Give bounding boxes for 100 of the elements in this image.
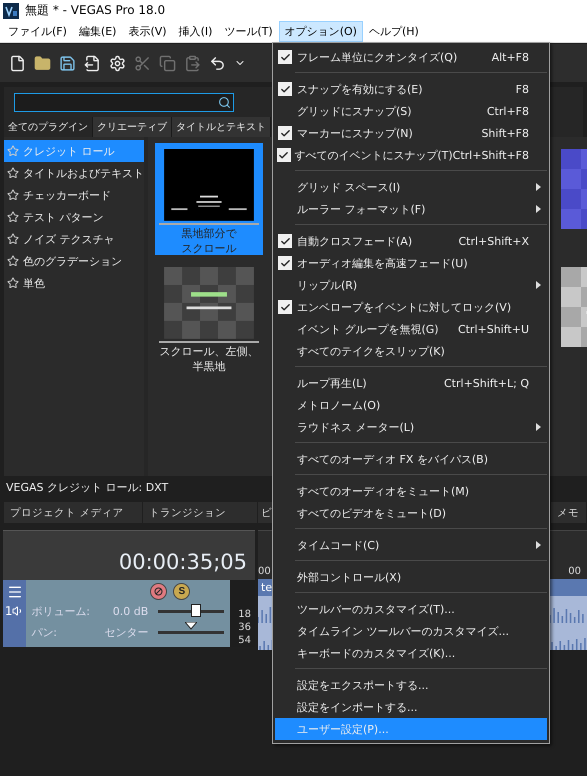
menu-item[interactable]: 設定をエクスポートする... <box>275 674 547 696</box>
menu-item-label: オーディオ編集を高速フェード(U) <box>296 256 469 270</box>
star-icon <box>7 255 19 267</box>
plugin-name: 色のグラデーション <box>23 254 122 268</box>
menu-bar-item[interactable]: 表示(V) <box>122 21 173 42</box>
volume-slider-thumb[interactable] <box>190 604 201 617</box>
plugin-name: 単色 <box>23 276 45 290</box>
volume-value: 0.0 dB <box>112 605 148 618</box>
plugin-item[interactable]: 色のグラデーション <box>4 250 144 272</box>
plugin-name: ノイズ テクスチャ <box>23 232 114 246</box>
ruler-label: 00 <box>258 566 271 577</box>
browser-tab[interactable]: タイトルとテキスト <box>172 117 271 137</box>
menu-item[interactable]: ルーラー フォーマット(F) <box>275 198 547 220</box>
menu-item-label: タイムコード(C) <box>296 538 380 552</box>
menu-bar-item[interactable]: ファイル(F) <box>2 21 73 42</box>
menu-item-label: グリッド スペース(I) <box>296 180 402 194</box>
menu-item-label: エンベロープをイベントに対してロック(V) <box>296 300 512 314</box>
ruler-label: 00 <box>568 566 581 577</box>
preset-label: スクロール <box>182 242 236 255</box>
menu-item[interactable]: グリッドにスナップ(S) Ctrl+F8 <box>275 100 547 122</box>
menu-bar-item[interactable]: ツール(T) <box>218 21 279 42</box>
preset-label: スクロール、左側、 <box>160 344 258 358</box>
plugin-item[interactable]: タイトルおよびテキスト <box>4 162 144 184</box>
menu-icon[interactable] <box>6 584 23 600</box>
export-file-icon[interactable] <box>84 54 101 72</box>
plugin-item[interactable]: テスト パターン <box>4 206 144 228</box>
menu-item[interactable]: ラウドネス メーター(L) <box>275 416 547 438</box>
menu-item-label: 自動クロスフェード(A) <box>296 234 414 248</box>
plugin-item[interactable]: 単色 <box>4 272 144 294</box>
menu-item[interactable]: メトロノーム(O) <box>275 394 547 416</box>
timecode: 00:00:35;05 <box>118 550 247 574</box>
meter-tick: 54 <box>238 635 251 646</box>
star-icon <box>7 145 19 157</box>
pan-slider-thumb[interactable] <box>185 622 198 630</box>
menu-item-label: すべてのテイクをスリップ(K) <box>296 344 446 358</box>
menu-item[interactable]: 設定をインポートする... <box>275 696 547 718</box>
menu-item[interactable]: キーボードのカスタマイズ(K)... <box>275 642 547 664</box>
plugin-name: テスト パターン <box>23 210 104 224</box>
menu-item-label: メトロノーム(O) <box>296 398 382 412</box>
preset-thumbnail[interactable]: スクロール、左側、 半黒地 <box>155 261 263 373</box>
plugin-item[interactable]: ノイズ テクスチャ <box>4 228 144 250</box>
menu-item-label: ラウドネス メーター(L) <box>296 420 416 434</box>
undo-icon[interactable] <box>209 54 226 72</box>
search-field[interactable] <box>14 92 234 112</box>
star-icon <box>7 189 19 201</box>
track-number: 1 <box>4 604 12 618</box>
pan-label: パン: <box>31 625 58 640</box>
menu-item[interactable]: 自動クロスフェード(A) Ctrl+Shift+X <box>275 230 547 252</box>
shortcut-text: Ctrl+Shift+U <box>458 322 530 336</box>
menu-bar-item[interactable]: 編集(E) <box>72 21 122 42</box>
menu-item[interactable]: すべてのビデオをミュート(D) <box>275 502 547 524</box>
menu-item-label: すべてのオーディオをミュート(M) <box>296 484 470 498</box>
menu-item[interactable]: エンベロープをイベントに対してロック(V) <box>275 296 547 318</box>
menu-item[interactable]: グリッド スペース(I) <box>275 176 547 198</box>
shortcut-text: Alt+F8 <box>492 50 530 64</box>
menu-item[interactable]: すべてのテイクをスリップ(K) <box>275 340 547 362</box>
preset-thumbnail[interactable]: 黒地部分で スクロール <box>155 143 263 255</box>
dock-tab[interactable]: トランジション <box>143 502 258 523</box>
window-title: 無題 * - VEGAS Pro 18.0 <box>25 2 166 19</box>
menu-item-label: すべてのイベントにスナップ(T) <box>293 148 453 162</box>
menu-item[interactable]: イベント グループを無視(G) Ctrl+Shift+U <box>275 318 547 340</box>
save-icon[interactable] <box>59 54 76 72</box>
plugin-name: チェッカーボード <box>23 188 111 202</box>
star-icon <box>7 167 19 179</box>
folder-icon[interactable] <box>34 54 51 72</box>
dock-tab[interactable]: プロジェクト メディア <box>4 502 143 523</box>
search-icon <box>218 96 231 108</box>
status-text: VEGAS クレジット ロール: DXT <box>5 480 170 496</box>
menu-item-label: ルーラー フォーマット(F) <box>296 202 426 216</box>
plugin-name: クレジット ロール <box>23 144 114 158</box>
menu-item[interactable]: タイムライン ツールバーのカスタマイズ... <box>275 620 547 642</box>
star-icon <box>7 211 19 223</box>
settings-icon[interactable] <box>109 54 126 72</box>
menu-item[interactable]: タイムコード(C) <box>275 534 547 556</box>
menu-item-label: 設定をインポートする... <box>296 700 418 714</box>
menu-item-label: スナップを有効にする(E) <box>296 82 424 96</box>
menu-item[interactable]: スナップを有効にする(E) F8 <box>275 78 547 100</box>
menu-item[interactable]: ツールバーのカスタマイズ(T)... <box>275 598 547 620</box>
menu-item[interactable]: すべてのオーディオ FX をバイパス(B) <box>275 448 547 470</box>
new-file-icon[interactable] <box>9 54 26 72</box>
browser-tab[interactable]: クリエーティブ <box>93 117 172 137</box>
plugin-item[interactable]: チェッカーボード <box>4 184 144 206</box>
menu-bar-item[interactable]: ヘルプ(H) <box>362 21 425 42</box>
menu-item[interactable]: オーディオ編集を高速フェード(U) <box>275 252 547 274</box>
menu-item-label: イベント グループを無視(G) <box>296 322 440 336</box>
shortcut-text: Ctrl+Shift+L; Q <box>444 376 530 390</box>
menu-item-label: 設定をエクスポートする... <box>296 678 430 692</box>
plugin-name: タイトルおよびテキスト <box>23 166 144 180</box>
shortcut-text: F8 <box>516 82 530 96</box>
no-entry-icon <box>154 587 164 596</box>
menu-item[interactable]: リップル(R) <box>275 274 547 296</box>
solo-button[interactable]: S <box>173 583 190 600</box>
menu-item[interactable]: ループ再生(L) Ctrl+Shift+L; Q <box>275 372 547 394</box>
menu-item[interactable]: マーカーにスナップ(N) Shift+F8 <box>275 122 547 144</box>
menu-bar-item[interactable]: オプション(O) <box>278 21 363 42</box>
mute-button[interactable] <box>150 583 168 600</box>
menu-item[interactable]: すべてのオーディオをミュート(M) <box>275 480 547 502</box>
dock-tab[interactable]: メモ <box>551 502 587 523</box>
menu-item[interactable]: すべてのイベントにスナップ(T)Ctrl+Shift+F8 <box>275 144 547 166</box>
menu-bar-item[interactable]: 挿入(I) <box>172 21 218 42</box>
